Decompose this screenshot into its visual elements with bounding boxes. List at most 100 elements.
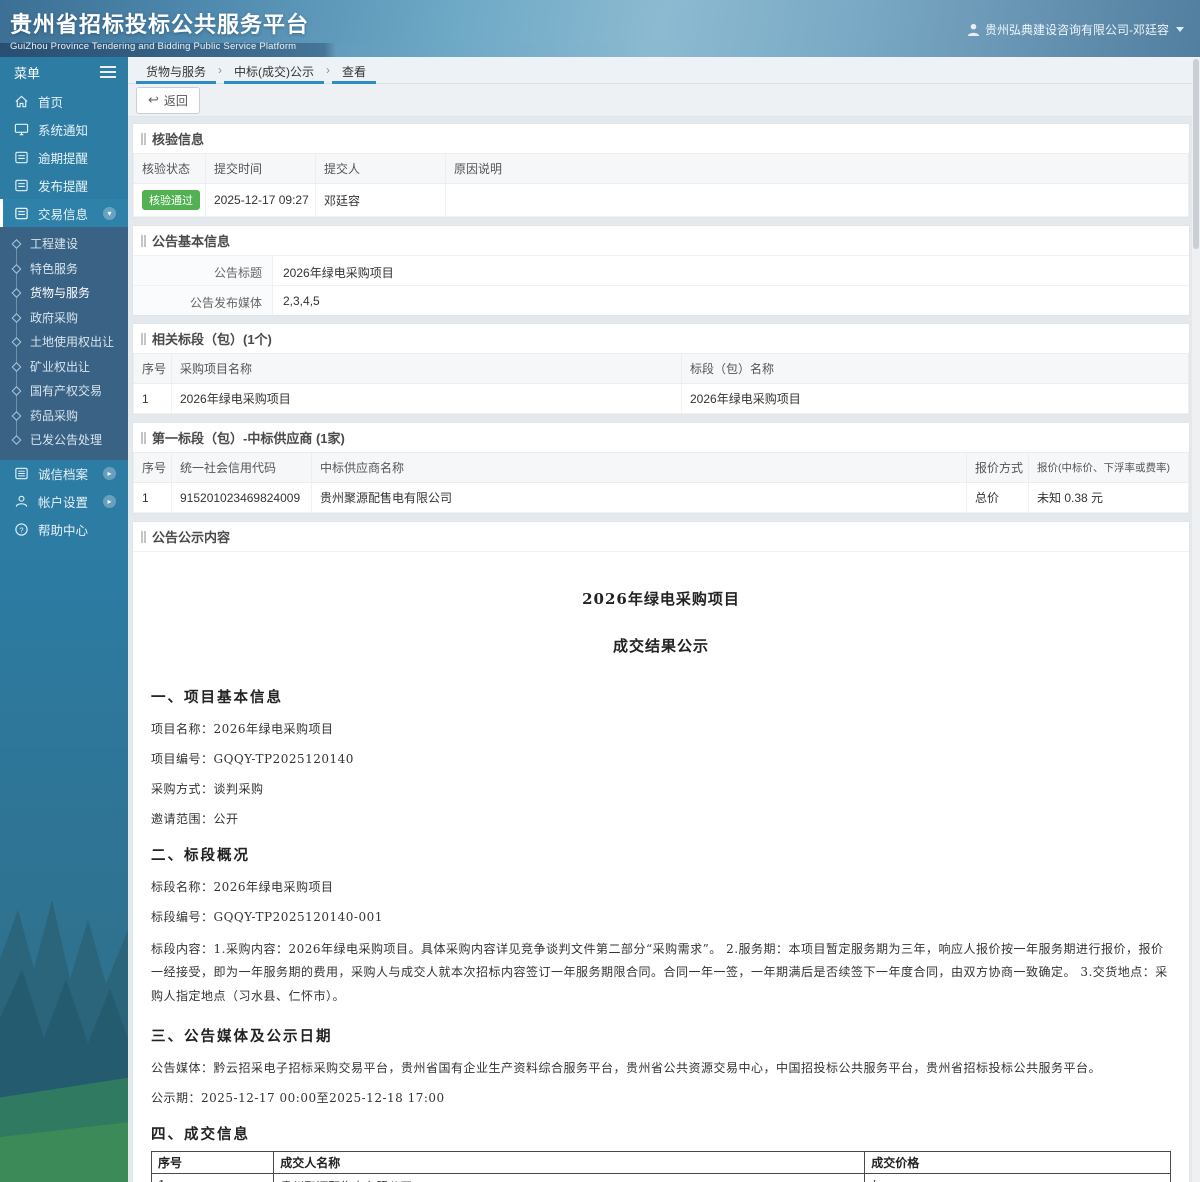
breadcrumb-separator-icon: › [324,57,332,77]
document-icon [14,206,29,221]
menu-label: 菜单 [14,63,40,82]
back-button[interactable]: ↩ 返回 [136,87,200,114]
col-quote-method: 报价方式 [967,453,1029,483]
form-row: 公告标题 2026年绿电采购项目 [133,255,1189,285]
verify-panel: 核验信息 核验状态 提交时间 提交人 原因说明 核验通过 2025-12-17 … [132,123,1190,218]
sidebar-item-state-property[interactable]: 国有产权交易 [0,379,128,404]
home-icon [14,94,29,109]
breadcrumb-separator-icon: › [216,57,224,77]
sidebar-item-home[interactable]: 首页 [0,87,128,115]
site-subtitle: GuiZhou Province Tendering and Bidding P… [10,41,309,52]
sidebar-item-mining-rights[interactable]: 矿业权出让 [0,355,128,380]
table-row: 1 915201023469824009 贵州聚源配售电有限公司 总价 未知 0… [134,483,1189,513]
col-project-name: 采购项目名称 [172,354,682,384]
winning-supplier-table: 序号 统一社会信用代码 中标供应商名称 报价方式 报价(中标价、下浮率或费率) … [133,452,1189,513]
basic-info-title: 公告基本信息 [152,231,230,250]
sidebar-item-integrity-archive[interactable]: 诚信档案 ▸ [0,460,128,488]
section-marker-icon [141,432,146,444]
help-icon: ? [14,522,29,537]
winning-supplier-panel: 第一标段（包）-中标供应商 (1家) 序号 统一社会信用代码 中标供应商名称 报… [132,422,1190,514]
sidebar-item-published-notices[interactable]: 已发公告处理 [0,428,128,453]
doc-title: 2026年绿电采购项目 [151,588,1171,609]
document-icon [14,178,29,193]
submitter: 邓廷容 [316,184,446,217]
sidebar-item-account-settings[interactable]: 帐户设置 ▸ [0,488,128,516]
sidebar-item-featured-services[interactable]: 特色服务 [0,257,128,282]
sidebar-item-help-center[interactable]: ? 帮助中心 [0,516,128,544]
table-row: 1 2026年绿电采购项目 2026年绿电采购项目 [134,384,1189,414]
sidebar-item-trade-info[interactable]: 交易信息 ▾ [0,199,128,227]
section-name-line: 标段名称：2026年绿电采购项目 [151,878,1171,895]
invite-scope-line: 邀请范围：公开 [151,810,1171,827]
table-row: 核验通过 2025-12-17 09:27 邓廷容 [134,184,1189,217]
reason [446,184,1189,217]
svg-text:?: ? [19,525,23,534]
col-submitter: 提交人 [316,154,446,184]
field-label: 公告标题 [133,256,273,285]
breadcrumb-view[interactable]: 查看 [332,57,376,84]
verify-title: 核验信息 [152,129,204,148]
basic-info-panel: 公告基本信息 公告标题 2026年绿电采购项目 公告发布媒体 2,3,4,5 [132,225,1190,316]
monitor-icon [14,122,29,137]
col-credit-code: 统一社会信用代码 [172,453,312,483]
document-icon [14,150,29,165]
submit-time: 2025-12-17 09:27 [206,184,316,217]
notice-document: 2026年绿电采购项目 成交结果公示 一、项目基本信息 项目名称：2026年绿电… [141,556,1181,1182]
winning-supplier-title: 第一标段（包）-中标供应商 (1家) [152,428,345,447]
breadcrumb-award-notice[interactable]: 中标(成交)公示 [224,57,324,84]
trade-info-submenu: 工程建设 特色服务 货物与服务 政府采购 土地使用权出让 矿业权出让 国有产权交… [0,227,128,460]
sidebar: 菜单 首页 系统通知 逾期提醒 [0,57,128,1182]
person-icon [14,494,29,509]
page-scrollbar[interactable] [1192,57,1200,1182]
section-marker-icon [141,235,146,247]
sidebar-item-drug-procurement[interactable]: 药品采购 [0,404,128,429]
sidebar-item-overdue-reminder[interactable]: 逾期提醒 [0,143,128,171]
sidebar-item-land-use[interactable]: 土地使用权出让 [0,330,128,355]
sidebar-item-goods-services[interactable]: 货物与服务 [0,281,128,306]
col-submit-time: 提交时间 [206,154,316,184]
related-sections-table: 序号 采购项目名称 标段（包）名称 1 2026年绿电采购项目 2026年绿电采… [133,353,1189,414]
section-marker-icon [141,133,146,145]
section-content-paragraph: 标段内容：1.采购内容：2026年绿电采购项目。具体采购内容详见竞争谈判文件第二… [151,938,1171,1008]
status-badge: 核验通过 [142,190,200,210]
announcement-title-value: 2026年绿电采购项目 [273,256,394,285]
notice-content-panel: 公告公示内容 2026年绿电采购项目 成交结果公示 一、项目基本信息 项目名称：… [132,521,1190,1182]
sidebar-landscape-image [0,544,128,1182]
project-number-line: 项目编号：GQQY-TP2025120140 [151,750,1171,767]
hamburger-icon[interactable] [100,63,116,81]
user-menu[interactable]: 贵州弘典建设咨询有限公司-邓廷容 [967,21,1184,38]
section-number-line: 标段编号：GQQY-TP2025120140-001 [151,908,1171,925]
brand: 贵州省招标投标公共服务平台 GuiZhou Province Tendering… [10,7,309,52]
breadcrumb: 货物与服务 › 中标(成交)公示 › 查看 [128,57,1200,84]
chevron-down-icon [1176,27,1184,32]
col-index: 序号 [134,354,172,384]
procurement-method-line: 采购方式：谈判采购 [151,780,1171,797]
breadcrumb-goods-services[interactable]: 货物与服务 [136,57,216,84]
user-icon [967,23,980,36]
media-line: 公告媒体：黔云招采电子招标采购交易平台，贵州省国有企业生产资料综合服务平台，贵州… [151,1059,1171,1076]
doc-subtitle: 成交结果公示 [151,635,1171,656]
section-marker-icon [141,531,146,543]
sidebar-item-publish-reminder[interactable]: 发布提醒 [0,171,128,199]
related-sections-panel: 相关标段（包）(1个) 序号 采购项目名称 标段（包）名称 1 2026年绿电采… [132,323,1190,415]
doc-heading-4: 四、成交信息 [151,1123,1171,1144]
chevron-right-icon: ▸ [103,495,116,508]
col-reason: 原因说明 [446,154,1189,184]
col-verify-status: 核验状态 [134,154,206,184]
publish-media-value: 2,3,4,5 [273,286,320,315]
toolbar: ↩ 返回 [128,84,1200,117]
sidebar-item-engineering[interactable]: 工程建设 [0,232,128,257]
user-name: 贵州弘典建设咨询有限公司-邓廷容 [985,21,1169,38]
sidebar-item-notifications[interactable]: 系统通知 [0,115,128,143]
field-label: 公告发布媒体 [133,286,273,315]
header-banner: 贵州省招标投标公共服务平台 GuiZhou Province Tendering… [0,0,1200,57]
doc-heading-1: 一、项目基本信息 [151,686,1171,707]
notice-content-title: 公告公示内容 [152,527,230,546]
scrollbar-thumb[interactable] [1193,59,1199,249]
table-row: 1 贵州聚源配售电有限公司 / [152,1174,1171,1182]
list-icon [14,466,29,481]
col-quote: 报价(中标价、下浮率或费率) [1029,453,1189,483]
sidebar-item-gov-procurement[interactable]: 政府采购 [0,306,128,331]
site-title: 贵州省招标投标公共服务平台 [10,7,309,39]
chevron-right-icon: ▸ [103,467,116,480]
